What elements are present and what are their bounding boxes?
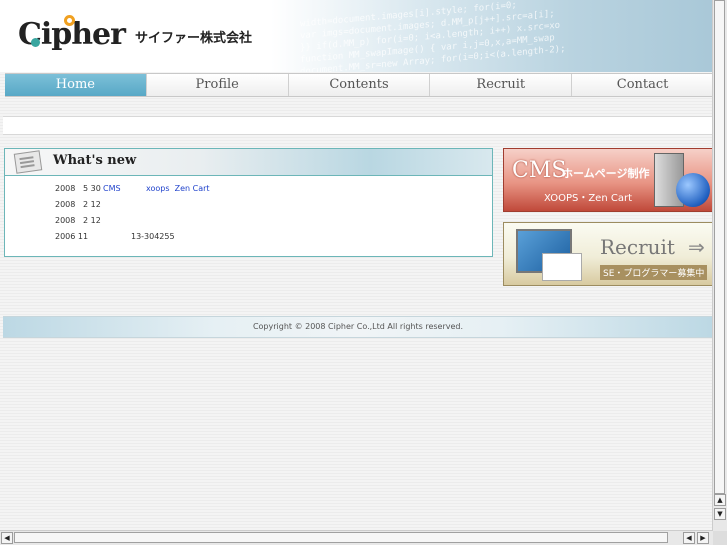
whats-new-title: What's new [53, 153, 137, 168]
logo-wordmark: Cipher [18, 14, 126, 52]
news-date: 2008 5 30 [55, 184, 101, 193]
vertical-scrollbar[interactable]: ▲ ▼ [712, 0, 727, 531]
cms-banner-title: CMS [512, 158, 567, 183]
news-list: 2008 5 30 CMS xoops Zen Cart 2008 2 12 2… [5, 176, 492, 248]
horizontal-scroll-thumb[interactable] [14, 532, 668, 543]
scroll-right-button[interactable]: ▶ [697, 532, 709, 544]
arrow-right-icon: ⇒ [688, 235, 705, 259]
news-item: 2008 5 30 CMS xoops Zen Cart [55, 184, 492, 200]
news-text: 13-304255 [103, 232, 175, 241]
nav-profile[interactable]: Profile [146, 74, 289, 96]
news-date: 2006 11 [55, 232, 89, 241]
envelope-icon [542, 253, 582, 281]
cms-banner-jp: ホームページ制作 [562, 167, 650, 180]
company-name: サイファー株式会社 [134, 30, 252, 46]
copyright-text: Copyright © 2008 Cipher Co.,Ltd All righ… [252, 322, 464, 331]
news-link-xoops[interactable]: xoops Zen Cart [146, 184, 210, 193]
site-footer: Copyright © 2008 Cipher Co.,Ltd All righ… [3, 316, 713, 338]
news-date: 2008 2 12 [55, 200, 101, 209]
site-logo[interactable]: Cipher サイファー株式会社 [18, 10, 252, 58]
nav-recruit[interactable]: Recruit [430, 74, 573, 96]
globe-icon [676, 173, 710, 207]
cms-banner-subtitle: XOOPS・Zen Cart [544, 193, 632, 204]
main-nav: Home Profile Contents Recruit Contact [5, 73, 713, 97]
news-item: 2006 11 13-304255 [55, 232, 492, 248]
whats-new-header: What's new [5, 149, 492, 176]
breadcrumb-strip [3, 116, 713, 135]
news-item: 2008 2 12 [55, 200, 492, 216]
news-item: 2008 2 12 [55, 216, 492, 232]
recruit-banner-subtitle: SE・プログラマー募集中 [600, 265, 708, 280]
logo-dot-icon [31, 37, 40, 47]
horizontal-scrollbar[interactable]: ◀ ◀ ▶ [0, 530, 713, 545]
scroll-down-button[interactable]: ▼ [714, 508, 726, 520]
whats-new-panel: What's new 2008 5 30 CMS xoops Zen Cart … [4, 148, 493, 257]
nav-contact[interactable]: Contact [572, 74, 713, 96]
recruit-banner-title: Recruit [600, 235, 675, 259]
news-link-cms[interactable]: CMS [103, 184, 121, 193]
newspaper-icon [13, 150, 43, 174]
cms-banner[interactable]: CMS ホームページ制作 XOOPS・Zen Cart [503, 148, 713, 212]
scroll-left-button-2[interactable]: ◀ [683, 532, 695, 544]
scrollbar-corner [713, 531, 727, 545]
recruit-banner[interactable]: Recruit ⇒ SE・プログラマー募集中 [503, 222, 713, 286]
header-code-background: width=document.images[i].style; for(i=0;… [300, 0, 566, 72]
nav-home[interactable]: Home [5, 74, 147, 96]
logo-ring-icon [64, 14, 75, 26]
scroll-up-button[interactable]: ▲ [714, 494, 726, 506]
news-date: 2008 2 12 [55, 216, 101, 225]
vertical-scroll-thumb[interactable] [714, 0, 725, 494]
news-text: CMS xoops Zen Cart [103, 184, 210, 200]
scroll-left-button[interactable]: ◀ [1, 532, 13, 544]
nav-contents[interactable]: Contents [288, 74, 431, 96]
site-header: width=document.images[i].style; for(i=0;… [0, 0, 713, 72]
